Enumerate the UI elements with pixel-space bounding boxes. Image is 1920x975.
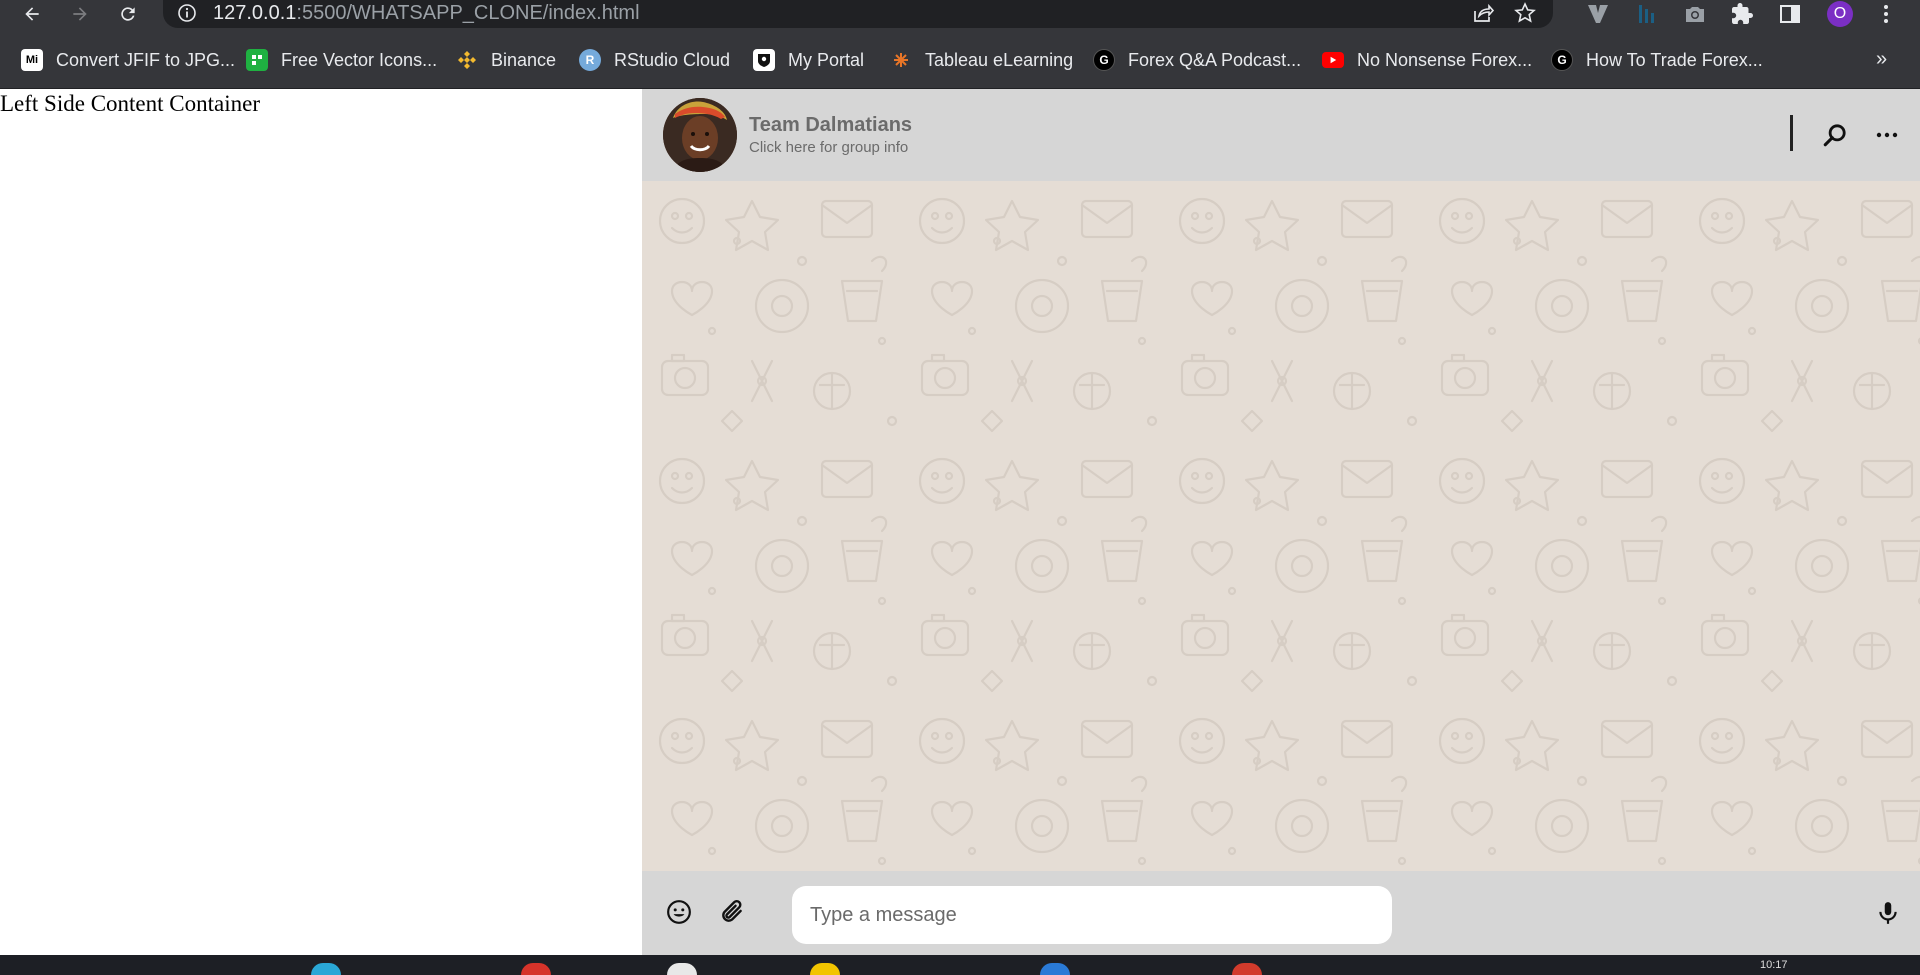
header-divider <box>1790 115 1793 151</box>
camera-extension-icon[interactable] <box>1683 2 1707 26</box>
share-icon[interactable] <box>1471 1 1495 25</box>
bookmark-label: No Nonsense Forex... <box>1357 49 1533 70</box>
search-icon[interactable] <box>1819 119 1851 151</box>
browser-menu-icon[interactable] <box>1874 2 1898 26</box>
taskbar-app-icon[interactable] <box>667 963 697 975</box>
chat-messages-area <box>642 181 1920 871</box>
youtube-favicon-icon <box>1322 52 1344 68</box>
page-viewport: Left Side Content Container Team Dalmati… <box>0 89 1920 955</box>
microphone-icon[interactable] <box>1872 897 1904 929</box>
chat-header[interactable]: Team Dalmatians Click here for group inf… <box>642 89 1920 181</box>
bookmark-label: RStudio Cloud <box>614 49 731 70</box>
bookmark-tableau-elearning[interactable]: Tableau eLearning <box>890 48 1073 72</box>
bookmark-label: Binance <box>491 49 557 70</box>
taskbar-app-icon[interactable] <box>521 963 551 975</box>
tableau-favicon-icon <box>890 49 912 71</box>
chat-wallpaper-doodles <box>642 181 1920 871</box>
bookmark-label: Convert JFIF to JPG... <box>56 49 236 70</box>
bookmark-no-nonsense-forex[interactable]: No Nonsense Forex... <box>1322 48 1532 72</box>
mi-favicon-icon: Mi <box>21 49 43 71</box>
tableau-extension-icon[interactable] <box>1634 2 1658 26</box>
side-panel-icon[interactable] <box>1778 2 1802 26</box>
bookmark-label: Tableau eLearning <box>925 49 1074 70</box>
url-text[interactable]: 127.0.0.1:5500/WHATSAPP_CLONE/index.html <box>213 2 640 25</box>
bookmark-my-portal[interactable]: My Portal <box>753 48 864 72</box>
bookmark-rstudio-cloud[interactable]: R RStudio Cloud <box>579 48 730 72</box>
binance-favicon-icon <box>456 49 478 71</box>
bookmarks-overflow-chevron-icon[interactable]: » <box>1876 48 1887 71</box>
site-info-icon[interactable] <box>177 3 197 23</box>
attachment-paperclip-icon[interactable] <box>716 896 748 928</box>
bookmark-star-icon[interactable] <box>1513 1 1537 25</box>
bookmark-label: My Portal <box>788 49 865 70</box>
group-name[interactable]: Team Dalmatians <box>749 114 912 137</box>
bookmark-how-to-trade-forex[interactable]: G How To Trade Forex... <box>1551 48 1763 72</box>
back-arrow-icon[interactable] <box>20 2 44 26</box>
taskbar-app-icon[interactable] <box>810 963 840 975</box>
taskbar-app-icon[interactable] <box>1232 963 1262 975</box>
vee-extension-icon[interactable] <box>1586 2 1610 26</box>
g-favicon-icon: G <box>1093 49 1115 71</box>
portal-favicon-icon <box>753 49 775 71</box>
taskbar-app-icon[interactable] <box>311 963 341 975</box>
bookmark-label: Forex Q&A Podcast... <box>1128 49 1302 70</box>
group-info-link[interactable]: Click here for group info <box>749 139 908 156</box>
bookmark-convert-jfif[interactable]: Mi Convert JFIF to JPG... <box>21 48 235 72</box>
taskbar-app-icon[interactable] <box>1040 963 1070 975</box>
emoji-icon[interactable] <box>663 896 695 928</box>
profile-avatar[interactable]: O <box>1827 1 1853 27</box>
more-options-icon[interactable] <box>1871 119 1903 151</box>
g-favicon-icon: G <box>1551 49 1573 71</box>
left-side-container: Left Side Content Container <box>0 89 642 955</box>
message-input[interactable] <box>792 886 1392 944</box>
bookmarks-bar: Mi Convert JFIF to JPG... Free Vector Ic… <box>0 28 1920 89</box>
group-avatar[interactable] <box>663 98 737 172</box>
flaticon-favicon-icon <box>246 49 268 71</box>
bookmark-label: How To Trade Forex... <box>1586 49 1763 70</box>
browser-toolbar: 127.0.0.1:5500/WHATSAPP_CLONE/index.html… <box>0 0 1920 28</box>
puzzle-extensions-icon[interactable] <box>1730 2 1754 26</box>
bookmark-forex-qa-podcast[interactable]: G Forex Q&A Podcast... <box>1093 48 1301 72</box>
rstudio-favicon-icon: R <box>579 49 601 71</box>
forward-arrow-icon[interactable] <box>68 2 92 26</box>
chat-input-bar <box>642 871 1920 955</box>
taskbar-clock[interactable]: 10:17 <box>1760 959 1788 971</box>
reload-icon[interactable] <box>116 2 140 26</box>
bookmark-free-vector-icons[interactable]: Free Vector Icons... <box>246 48 437 72</box>
bookmark-label: Free Vector Icons... <box>281 49 438 70</box>
address-bar[interactable]: 127.0.0.1:5500/WHATSAPP_CLONE/index.html <box>163 0 1553 28</box>
bookmark-binance[interactable]: Binance <box>456 48 556 72</box>
os-taskbar: 10:17 <box>0 955 1920 975</box>
chat-container: Team Dalmatians Click here for group inf… <box>642 89 1920 955</box>
